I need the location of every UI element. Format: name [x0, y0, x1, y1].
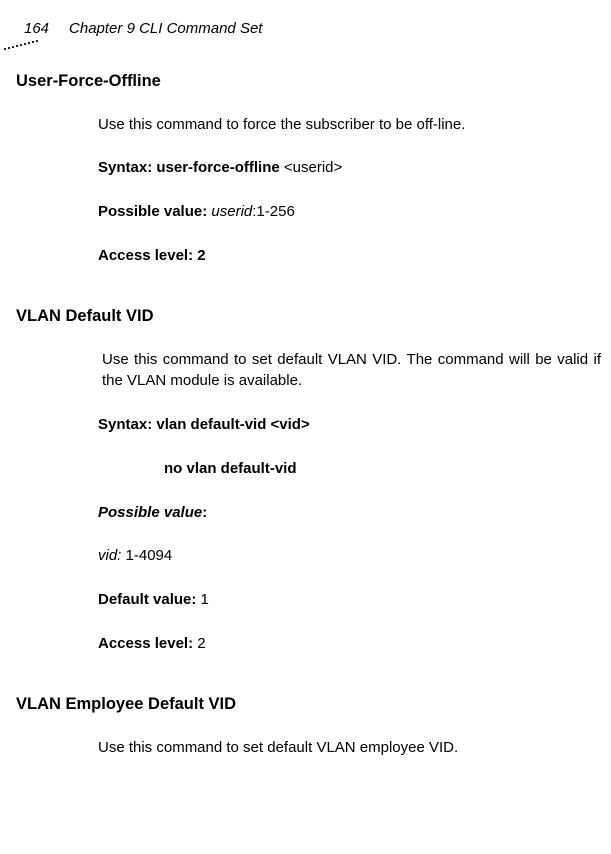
section2-desc: Use this command to set default VLAN VID… — [102, 349, 601, 393]
section2-default-value: Default value: 1 — [98, 589, 601, 611]
section2-syntax1: Syntax: vlan default-vid <vid> — [98, 414, 601, 436]
section2-vid: vid: 1-4094 — [98, 545, 601, 567]
section-heading-user-force-offline: User-Force-Offline — [16, 70, 601, 94]
dv-value: 1 — [201, 591, 209, 608]
section1-syntax: Syntax: user-force-offline <userid> — [98, 157, 601, 179]
pv-rest: :1-256 — [252, 203, 295, 220]
page-container: 164 Chapter 9 CLI Command Set User-Force… — [0, 0, 611, 854]
pv-userid: userid — [211, 203, 252, 220]
section2-possible-value-label: Possible value: — [98, 502, 601, 524]
vid-label: vid: — [98, 547, 126, 564]
dv-label: Default value: — [98, 591, 201, 608]
vid-value: 1-4094 — [126, 547, 173, 564]
section2-syntax2: no vlan default-vid — [164, 458, 601, 480]
pv-label: Possible value: — [98, 203, 211, 220]
syntax-label: Syntax: user-force-offline — [98, 159, 284, 176]
section2-access-level: Access level: 2 — [98, 633, 601, 655]
decorative-dots — [0, 40, 40, 52]
section1-access-level: Access level: 2 — [98, 245, 601, 267]
section1-desc: Use this command to force the subscriber… — [98, 114, 601, 136]
section1-possible-value: Possible value: userid:1-256 — [98, 201, 601, 223]
section3-body: Use this command to set default VLAN emp… — [98, 737, 601, 759]
section1-body: Use this command to force the subscriber… — [98, 114, 601, 267]
section3-desc: Use this command to set default VLAN emp… — [98, 737, 601, 759]
al-label: Access level: — [98, 635, 197, 652]
section2-body: Use this command to set default VLAN VID… — [98, 349, 601, 655]
page-header: 164 Chapter 9 CLI Command Set — [18, 18, 601, 40]
al-value: 2 — [197, 635, 205, 652]
pv-colon: : — [202, 504, 207, 521]
section-heading-vlan-default-vid: VLAN Default VID — [16, 305, 601, 329]
chapter-title: Chapter 9 CLI Command Set — [69, 18, 262, 40]
section-heading-vlan-employee-default-vid: VLAN Employee Default VID — [16, 693, 601, 717]
syntax-arg: <userid> — [284, 159, 342, 176]
pv-label: Possible value — [98, 504, 202, 521]
page-number: 164 — [24, 18, 49, 40]
